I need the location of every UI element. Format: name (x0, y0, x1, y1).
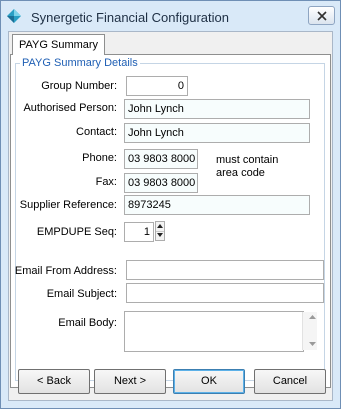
email-from-field[interactable] (126, 260, 324, 280)
email-body-field[interactable] (124, 311, 304, 352)
title-bar: Synergetic Financial Configuration (1, 1, 340, 31)
ok-button[interactable]: OK (173, 369, 245, 394)
authorised-person-label: Authorised Person: (23, 102, 117, 114)
email-subject-field[interactable] (126, 283, 324, 303)
authorised-person-field[interactable]: John Lynch (124, 99, 310, 119)
fax-label: Fax: (95, 176, 117, 188)
dialog-client: PAYG Summary PAYG Summary Details Group … (8, 31, 333, 401)
close-button[interactable] (308, 6, 335, 25)
contact-label: Contact: (76, 126, 117, 138)
email-subject-label: Email Subject: (46, 288, 117, 300)
contact-field[interactable]: John Lynch (124, 123, 310, 143)
phone-field[interactable]: 03 9803 8000 (124, 149, 198, 169)
email-body-scrollbar[interactable] (302, 312, 317, 350)
back-button[interactable]: < Back (18, 369, 90, 394)
tab-payg-summary[interactable]: PAYG Summary (12, 34, 106, 55)
supplier-reference-label: Supplier Reference: (19, 199, 117, 211)
empdupe-seq-spinner[interactable] (155, 221, 165, 241)
fax-field[interactable]: 03 9803 8000 (124, 173, 198, 193)
spin-down-button[interactable] (156, 231, 164, 240)
group-legend: PAYG Summary Details (20, 57, 140, 69)
empdupe-seq-field[interactable]: 1 (124, 222, 154, 242)
phone-note: must contain area code (216, 154, 279, 179)
group-number-field[interactable]: 0 (126, 76, 188, 96)
next-button[interactable]: Next > (94, 369, 166, 394)
email-from-label: Email From Address: (14, 265, 117, 277)
window-title: Synergetic Financial Configuration (31, 10, 229, 25)
supplier-reference-field[interactable]: 8973245 (124, 195, 310, 215)
email-body-label: Email Body: (58, 317, 117, 329)
group-number-label: Group Number: (41, 80, 117, 92)
empdupe-seq-label: EMPDUPE Seq: (36, 226, 117, 238)
app-diamond-icon (7, 9, 21, 23)
config-window: Synergetic Financial Configuration PAYG … (0, 0, 341, 409)
cancel-button[interactable]: Cancel (254, 369, 326, 394)
phone-label: Phone: (82, 152, 117, 164)
